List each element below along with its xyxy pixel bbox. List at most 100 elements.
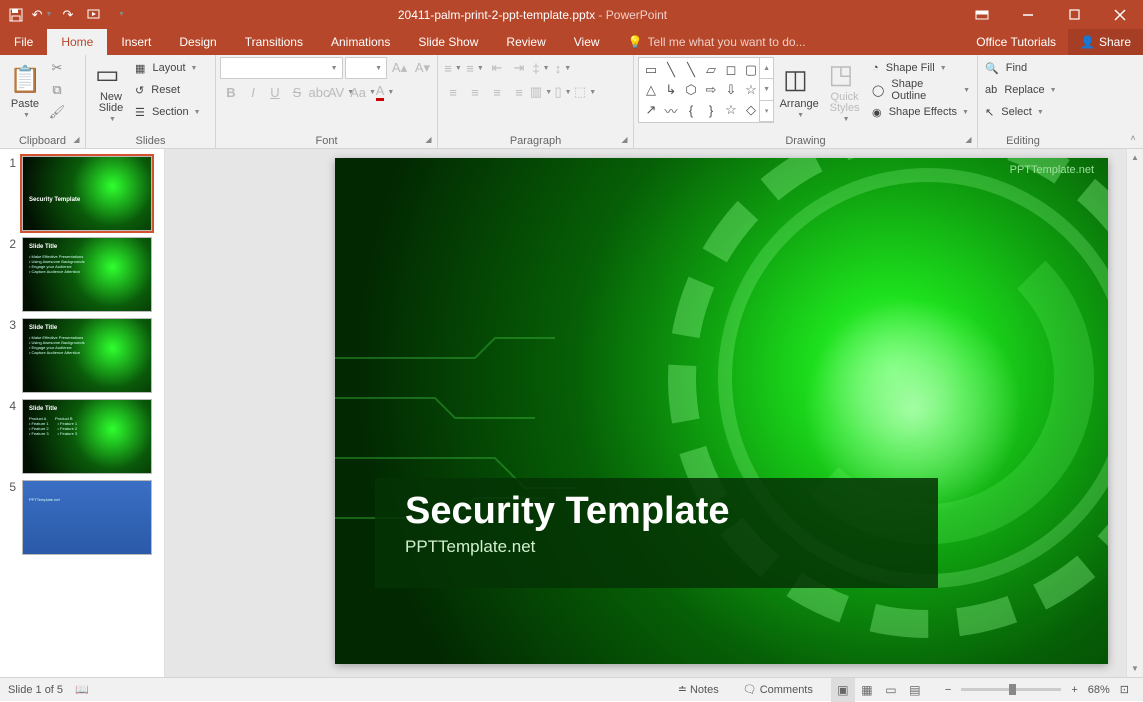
gallery-scroll[interactable]: ▲▼▾ [759, 58, 773, 122]
clipboard-dialog-launcher[interactable]: ◢ [70, 133, 83, 146]
slide-thumbnails-panel[interactable]: 1Security Template2Slide Title• Make Eff… [0, 149, 165, 677]
minimize-button[interactable] [1005, 0, 1051, 29]
slide-counter[interactable]: Slide 1 of 5 [8, 684, 63, 696]
tab-file[interactable]: File [0, 29, 47, 55]
reading-view-button[interactable]: ▭ [879, 678, 903, 702]
start-from-beginning-button[interactable] [82, 3, 106, 27]
new-slide-button[interactable]: ▭ New Slide▼ [90, 57, 132, 125]
maximize-button[interactable] [1051, 0, 1097, 29]
thumbnail-item[interactable]: 3Slide Title• Make Effective Presentatio… [0, 315, 164, 396]
paragraph-dialog-launcher[interactable]: ◢ [618, 133, 631, 146]
zoom-out-button[interactable]: − [939, 678, 957, 702]
font-dialog-launcher[interactable]: ◢ [422, 133, 435, 146]
numbering-button[interactable]: ≡▼ [464, 57, 486, 79]
align-left-button[interactable]: ≡ [442, 81, 464, 103]
scroll-down-button[interactable]: ▼ [1127, 660, 1143, 677]
tab-insert[interactable]: Insert [107, 29, 165, 55]
drawing-dialog-launcher[interactable]: ◢ [962, 133, 975, 146]
vertical-scrollbar[interactable]: ▲ ▼ [1126, 149, 1143, 677]
replace-button[interactable]: ab Replace▼ [982, 79, 1064, 101]
grow-font-button[interactable]: A▴ [389, 57, 410, 79]
sorter-view-button[interactable]: ▦ [855, 678, 879, 702]
strike-button[interactable]: S [286, 81, 308, 103]
thumbnail-preview[interactable]: PPTTemplate.net [22, 480, 152, 555]
text-direction-button[interactable]: ↕▼ [552, 57, 574, 79]
section-button[interactable]: ☰ Section▼ [132, 101, 204, 123]
tab-animations[interactable]: Animations [317, 29, 404, 55]
save-button[interactable] [4, 3, 28, 27]
close-button[interactable] [1097, 0, 1143, 29]
smartart-button[interactable]: ⬚▼ [574, 81, 596, 103]
slideshow-view-button[interactable]: ▤ [903, 678, 927, 702]
align-center-button[interactable]: ≡ [464, 81, 486, 103]
justify-button[interactable]: ≡ [508, 81, 530, 103]
format-painter-button[interactable]: 🖌 [46, 101, 68, 123]
shape-fill-button[interactable]: ◔ Shape Fill▼ [869, 57, 973, 79]
notes-button[interactable]: ≐ Notes [672, 678, 725, 702]
font-color-button[interactable]: A▼ [374, 81, 396, 103]
bullets-button[interactable]: ≡▼ [442, 57, 464, 79]
decrease-indent-button[interactable]: ⇤ [486, 57, 508, 79]
cut-button[interactable]: ✂ [46, 57, 68, 79]
shadow-button[interactable]: abc [308, 81, 330, 103]
thumbnail-preview[interactable]: Security Template [22, 156, 152, 231]
collapse-ribbon-button[interactable]: ˄ [1125, 130, 1141, 146]
align-text-button[interactable]: ▯▼ [552, 81, 574, 103]
tab-transitions[interactable]: Transitions [231, 29, 317, 55]
line-spacing-button[interactable]: ‡▼ [530, 57, 552, 79]
shrink-font-button[interactable]: A▾ [412, 57, 433, 79]
font-family-combo[interactable]: ▼ [220, 57, 343, 79]
share-button[interactable]: 👤Share [1068, 29, 1143, 55]
increase-indent-button[interactable]: ⇥ [508, 57, 530, 79]
tell-me-input[interactable] [648, 35, 818, 49]
thumbnail-item[interactable]: 4Slide TitleProduct A Product B • Featur… [0, 396, 164, 477]
title-box[interactable]: Security Template PPTTemplate.net [375, 478, 938, 588]
office-tutorials-link[interactable]: Office Tutorials [964, 29, 1068, 55]
zoom-level[interactable]: 68% [1088, 684, 1110, 696]
slide-canvas[interactable]: PPTTemplate.net Security Template PPTTem… [335, 158, 1108, 664]
thumbnail-item[interactable]: 5PPTTemplate.net [0, 477, 164, 558]
scroll-up-button[interactable]: ▲ [1127, 149, 1143, 166]
bold-button[interactable]: B [220, 81, 242, 103]
thumbnail-preview[interactable]: Slide Title• Make Effective Presentation… [22, 318, 152, 393]
shapes-gallery[interactable]: ▭╲╲▱◻▢ △↳⬡⇨⇩☆ ↗〰{}☆◇ ▲▼▾ [638, 57, 774, 123]
char-spacing-button[interactable]: AV▼ [330, 81, 352, 103]
tab-review[interactable]: Review [492, 29, 559, 55]
shape-outline-button[interactable]: ◯ Shape Outline▼ [869, 79, 973, 101]
zoom-handle[interactable] [1009, 684, 1016, 695]
paste-button[interactable]: 📋 Paste▼ [4, 57, 46, 125]
tab-home[interactable]: Home [47, 29, 107, 55]
zoom-slider[interactable] [961, 688, 1061, 691]
select-button[interactable]: ↖ Select▼ [982, 101, 1064, 123]
tab-slideshow[interactable]: Slide Show [404, 29, 492, 55]
qat-customize-button[interactable]: ▼ [108, 3, 132, 27]
tell-me-search[interactable]: 💡 [614, 29, 832, 55]
thumbnail-preview[interactable]: Slide Title• Make Effective Presentation… [22, 237, 152, 312]
tab-design[interactable]: Design [165, 29, 230, 55]
italic-button[interactable]: I [242, 81, 264, 103]
underline-button[interactable]: U [264, 81, 286, 103]
slide-editor[interactable]: PPTTemplate.net Security Template PPTTem… [165, 149, 1126, 677]
reset-button[interactable]: ↺ Reset [132, 79, 204, 101]
comments-button[interactable]: 🗨 Comments [737, 678, 819, 702]
fit-to-window-button[interactable]: ⊡ [1114, 678, 1135, 702]
copy-button[interactable]: ⧉ [46, 79, 68, 101]
undo-button[interactable]: ↶▼ [30, 3, 54, 27]
font-size-combo[interactable]: ▼ [345, 57, 387, 79]
thumbnail-item[interactable]: 1Security Template [0, 153, 164, 234]
spellcheck-icon[interactable]: 📖 [75, 683, 89, 696]
tab-view[interactable]: View [560, 29, 614, 55]
shape-effects-button[interactable]: ◉ Shape Effects▼ [869, 101, 973, 123]
layout-button[interactable]: ▦ Layout▼ [132, 57, 204, 79]
change-case-button[interactable]: Aa▼ [352, 81, 374, 103]
quick-styles-button[interactable]: ◳ Quick Styles▼ [824, 57, 865, 125]
normal-view-button[interactable]: ▣ [831, 678, 855, 702]
ribbon-options-button[interactable] [959, 0, 1005, 29]
zoom-in-button[interactable]: + [1065, 678, 1083, 702]
align-right-button[interactable]: ≡ [486, 81, 508, 103]
redo-button[interactable]: ↷ [56, 3, 80, 27]
thumbnail-item[interactable]: 2Slide Title• Make Effective Presentatio… [0, 234, 164, 315]
find-button[interactable]: 🔍 Find [982, 57, 1064, 79]
arrange-button[interactable]: ◫ Arrange▼ [778, 57, 820, 125]
columns-button[interactable]: ▥▼ [530, 81, 552, 103]
